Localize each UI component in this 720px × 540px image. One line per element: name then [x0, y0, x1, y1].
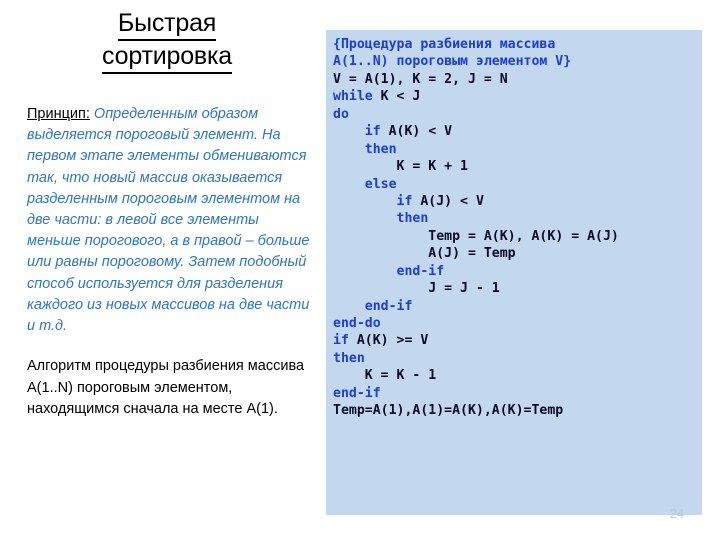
page-title: Быстрая сортировка	[14, 8, 320, 74]
code-line: end-if	[333, 298, 696, 315]
code-keyword: end-do	[333, 316, 381, 331]
code-identifier: Temp = A(K), A(K) = A(J)	[428, 228, 619, 244]
code-line: end-if	[333, 385, 696, 402]
page-number: 24	[669, 506, 685, 521]
code-keyword: do	[333, 106, 349, 122]
code-identifier: V = A(1), K = 2, J = N	[333, 71, 508, 87]
code-line: do	[333, 106, 696, 123]
code-identifier: A(J) = Temp	[428, 246, 516, 262]
code-keyword: end-if	[333, 385, 381, 401]
code-panel: {Процедура разбиения массива A(1..N) поро…	[326, 30, 702, 515]
code-identifier: A(K) >= V	[348, 333, 429, 349]
page-title-line-2: сортировка	[102, 41, 232, 74]
code-line: {Процедура разбиения массива	[333, 36, 696, 53]
code-keyword: then	[396, 211, 429, 227]
code-keyword: if	[364, 124, 381, 140]
principle-paragraph: Принцип: Определенным образом выделяется…	[14, 104, 320, 337]
code-keyword: if	[396, 193, 413, 209]
code-identifier: A(J) < V	[412, 193, 484, 209]
code-identifier: A(K) < V	[380, 124, 453, 140]
code-line: K = K - 1	[333, 367, 696, 384]
code-identifier: K < J	[372, 89, 421, 105]
code-keyword: end-if	[364, 298, 413, 314]
code-line: end-if	[333, 263, 696, 280]
code-line: Temp=A(1),A(1)=A(K),A(K)=Temp	[333, 402, 696, 419]
code-keyword: then	[333, 350, 365, 366]
code-line: A(1..N) пороговым элементом V}	[333, 53, 696, 70]
code-line: while K < J	[333, 88, 696, 105]
algorithm-paragraph: Алгоритм процедуры разбиения массива A(1…	[27, 358, 305, 418]
principle-label: Принцип:	[27, 106, 90, 122]
code-line: J = J - 1	[333, 280, 696, 297]
code-identifier: Temp=A(1),A(1)=A(K),A(K)=Temp	[333, 403, 564, 419]
code-line: if A(K) >= V	[333, 332, 696, 349]
code-identifier: J = J - 1	[428, 281, 500, 297]
code-line: end-do	[333, 315, 696, 332]
code-keyword: else	[364, 176, 397, 192]
code-keyword: end-if	[396, 263, 445, 279]
principle-text: Определенным образом выделяется пороговы…	[27, 106, 310, 335]
code-line: if A(K) < V	[333, 123, 696, 140]
code-line: then	[333, 350, 696, 367]
code-line: then	[333, 141, 696, 158]
left-content-column: Быстрая сортировка Принцип: Определенным…	[14, 8, 320, 528]
code-line: A(J) = Temp	[333, 245, 696, 262]
code-keyword: then	[364, 141, 397, 157]
code-keyword: while	[333, 89, 373, 105]
code-line: else	[333, 176, 696, 193]
page-title-line-1: Быстрая	[117, 8, 216, 41]
code-line: Temp = A(K), A(K) = A(J)	[333, 228, 696, 245]
code-identifier: K = K - 1	[364, 368, 437, 384]
code-comment: A(1..N) пороговым элементом V}	[333, 54, 572, 70]
code-identifier: K = K + 1	[396, 159, 468, 175]
code-comment: {Процедура разбиения массива	[333, 37, 556, 52]
code-line: K = K + 1	[333, 158, 696, 175]
code-listing: {Процедура разбиения массива A(1..N) поро…	[333, 36, 696, 420]
slide-canvas: Быстрая сортировка Принцип: Определенным…	[0, 0, 720, 540]
code-keyword: if	[333, 333, 349, 349]
code-line: if A(J) < V	[333, 193, 696, 210]
code-line: V = A(1), K = 2, J = N	[333, 71, 696, 88]
code-line: then	[333, 210, 696, 227]
